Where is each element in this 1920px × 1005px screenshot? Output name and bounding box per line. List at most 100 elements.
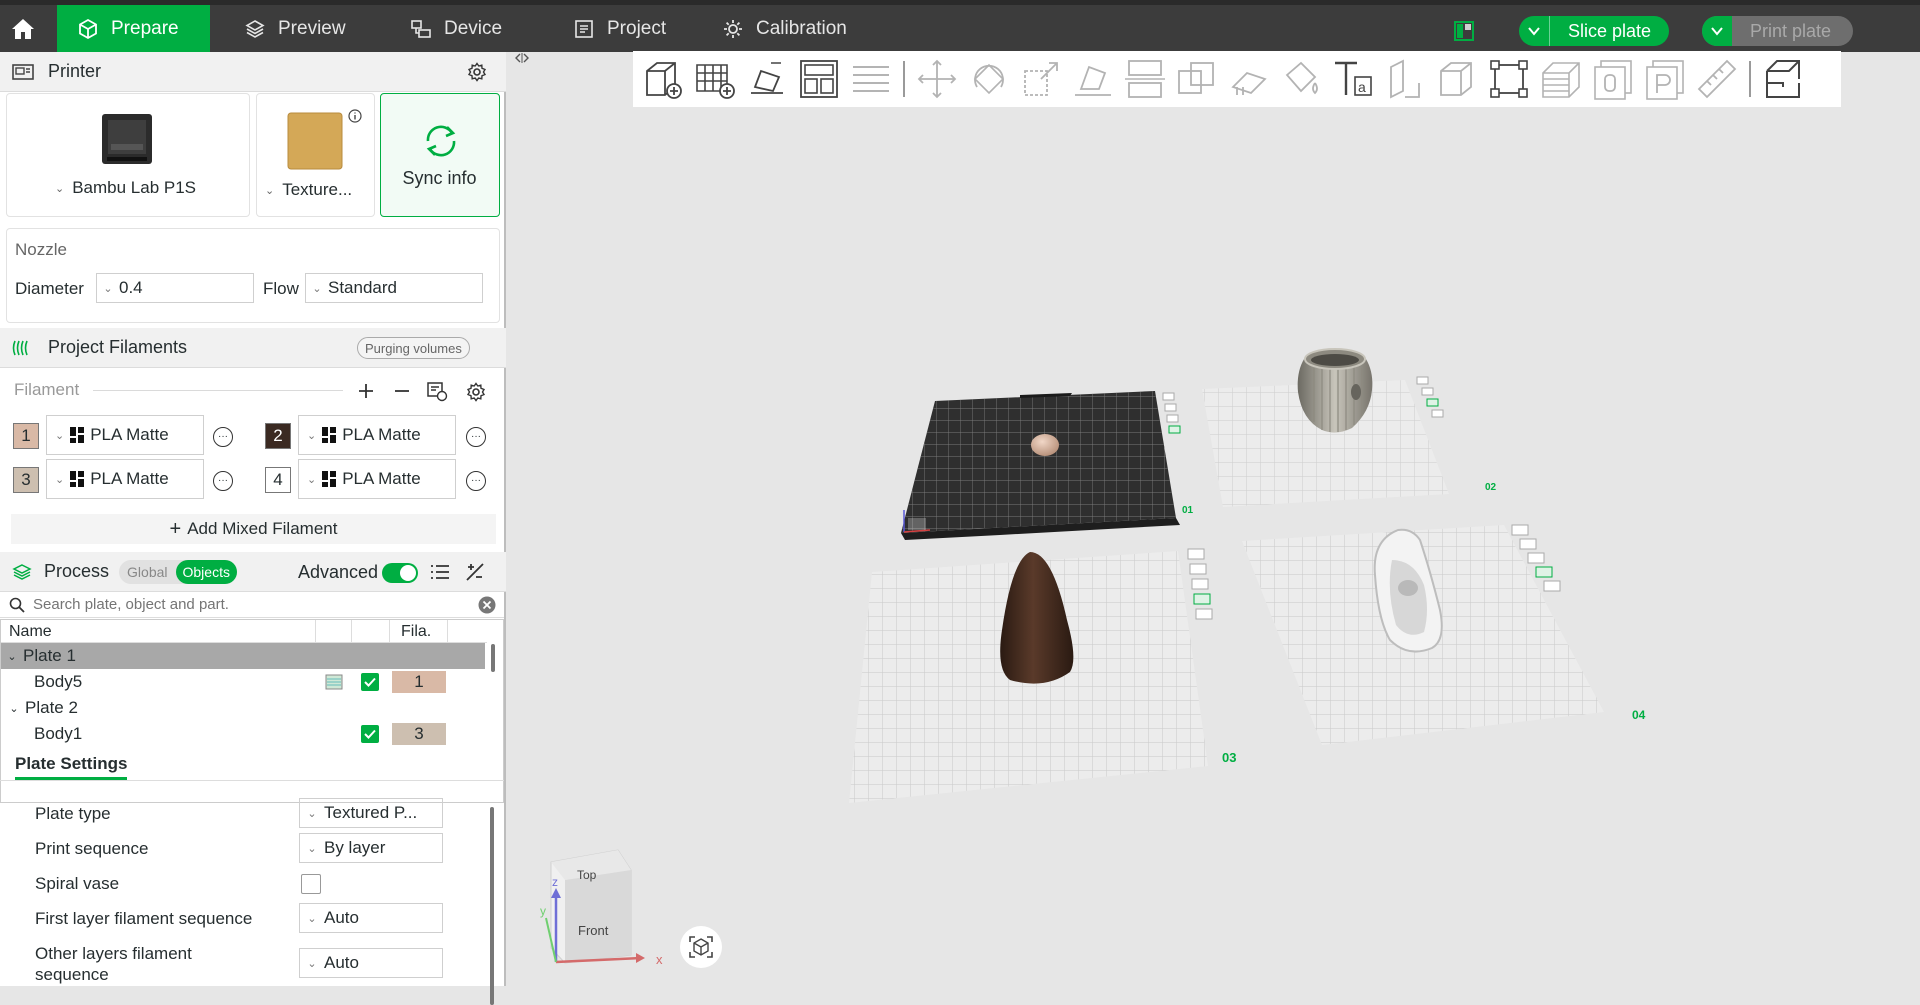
plate-p-button[interactable] — [1639, 53, 1691, 105]
filament-sync-icon[interactable] — [426, 380, 448, 402]
expand-chevron-icon[interactable]: ⌄ — [1, 650, 23, 663]
plate-3-tool-icon[interactable] — [1191, 578, 1209, 590]
fila-chip[interactable]: 3 — [392, 723, 446, 745]
filament-3-select[interactable]: ⌄ PLA Matte — [46, 459, 204, 499]
plate-4-tool-icon[interactable] — [1543, 580, 1561, 592]
add-filament-icon[interactable] — [357, 382, 375, 400]
plate-settings-tab[interactable]: Plate Settings — [15, 754, 128, 780]
printer-select-card[interactable]: ⌄ Bambu Lab P1S — [6, 93, 250, 217]
ruler-button[interactable] — [1691, 53, 1743, 105]
add-mixed-filament-button[interactable]: + Add Mixed Filament — [11, 514, 496, 544]
plate-4[interactable]: 04 — [1242, 524, 1646, 745]
filament-settings-icon[interactable] — [466, 382, 486, 402]
egg-model[interactable] — [1031, 434, 1059, 456]
collapse-sidebar-button[interactable] — [514, 52, 530, 66]
plate-type-card[interactable]: ⌄ Texture... — [256, 93, 375, 217]
filament-3-chip[interactable]: 3 — [13, 467, 39, 493]
layout-toggle-button[interactable] — [1452, 19, 1476, 43]
visible-checkbox[interactable] — [361, 725, 379, 743]
plate-1-tool-icon[interactable] — [1166, 414, 1179, 423]
plate-1-tool-icon[interactable] — [1164, 403, 1177, 412]
clear-search-icon[interactable] — [478, 596, 496, 614]
color-paint-button[interactable] — [1275, 53, 1327, 105]
other-layers-sequence-select[interactable]: ⌄ Auto — [299, 948, 443, 978]
text-button[interactable]: a — [1327, 53, 1379, 105]
nozzle-flow-select[interactable]: ⌄ Standard — [305, 273, 483, 303]
boolean-button[interactable] — [1171, 53, 1223, 105]
slice-plate-button[interactable]: Slice plate — [1519, 16, 1670, 46]
fila-chip[interactable]: 1 — [392, 671, 446, 693]
print-dropdown-icon[interactable] — [1702, 16, 1732, 46]
purging-volumes-button[interactable]: Purging volumes — [357, 337, 470, 359]
support-paint-button[interactable] — [1223, 53, 1275, 105]
info-icon[interactable] — [348, 109, 362, 123]
home-button[interactable] — [0, 5, 46, 52]
tab-preview[interactable]: Preview — [224, 5, 366, 52]
filament-4-chip[interactable]: 4 — [265, 467, 291, 493]
scale-button[interactable] — [1015, 53, 1067, 105]
tree-row-plate-1[interactable]: ⌄ Plate 1 — [1, 643, 485, 669]
tree-row-plate-2[interactable]: ⌄ Plate 2 — [3, 695, 485, 721]
plate-3-tool-icon[interactable] — [1187, 548, 1205, 560]
nozzle-diameter-select[interactable]: ⌄ 0.4 — [96, 273, 254, 303]
advanced-switch[interactable] — [382, 563, 418, 583]
view-mode-button[interactable] — [1757, 53, 1809, 105]
printer-settings-icon[interactable] — [467, 62, 487, 82]
add-plate-button[interactable] — [689, 53, 741, 105]
plate-3-tool-icon[interactable] — [1189, 563, 1207, 575]
lay-on-face-button[interactable] — [1067, 53, 1119, 105]
visible-checkbox[interactable] — [361, 673, 379, 691]
tree-row-body5[interactable]: Body5 1 — [3, 669, 485, 695]
bounding-box-button[interactable] — [1483, 53, 1535, 105]
filament-1-chip[interactable]: 1 — [13, 423, 39, 449]
plate-2-tool-icon[interactable] — [1426, 398, 1439, 407]
tree-scrollbar[interactable] — [491, 644, 495, 672]
plate-4-tool-icon[interactable] — [1527, 552, 1545, 564]
plate-settings-scrollbar[interactable] — [490, 807, 494, 1005]
plate-4-tool-icon[interactable] — [1519, 538, 1537, 550]
print-plate-button[interactable]: Print plate — [1702, 16, 1854, 46]
spiral-vase-checkbox[interactable] — [301, 874, 321, 894]
arrange-button[interactable] — [793, 53, 845, 105]
global-objects-toggle[interactable]: Global Objects — [119, 559, 237, 584]
move-button[interactable] — [911, 53, 963, 105]
tab-project[interactable]: Project — [553, 5, 686, 52]
cut-button[interactable] — [1119, 53, 1171, 105]
search-input[interactable] — [33, 596, 473, 613]
variable-layer-button[interactable] — [1535, 53, 1587, 105]
view-cube[interactable]: Top Front — [550, 849, 632, 964]
filament-4-more-icon[interactable]: ··· — [466, 471, 486, 491]
filament-3-more-icon[interactable]: ··· — [213, 471, 233, 491]
plate-3-tool-icon[interactable] — [1195, 608, 1213, 620]
plate-1-tool-icon[interactable] — [1162, 392, 1175, 401]
measure-button[interactable] — [1379, 53, 1431, 105]
filament-2-select[interactable]: ⌄ PLA Matte — [298, 415, 456, 455]
plate-2-tool-icon[interactable] — [1421, 387, 1434, 396]
auto-orient-button[interactable] — [741, 53, 793, 105]
assembly-button[interactable] — [1431, 53, 1483, 105]
slice-dropdown-icon[interactable] — [1519, 16, 1549, 46]
filament-1-select[interactable]: ⌄ PLA Matte — [46, 415, 204, 455]
filament-2-chip[interactable]: 2 — [265, 423, 291, 449]
print-sequence-select[interactable]: ⌄ By layer — [299, 833, 443, 863]
add-object-button[interactable] — [637, 53, 689, 105]
plate-type-select[interactable]: ⌄ Textured P... — [299, 798, 443, 828]
tab-device[interactable]: Device — [390, 5, 522, 52]
objects-option[interactable]: Objects — [175, 559, 237, 584]
plate-1-tool-icon[interactable] — [1168, 425, 1181, 434]
expand-chevron-icon[interactable]: ⌄ — [3, 702, 25, 715]
tab-calibration[interactable]: Calibration — [702, 5, 867, 52]
plate-1[interactable]: 01 — [901, 391, 1194, 540]
remove-filament-icon[interactable] — [393, 382, 411, 400]
plate-4-tool-icon[interactable] — [1511, 524, 1529, 536]
plate-zero-button[interactable] — [1587, 53, 1639, 105]
plate-2-tool-icon[interactable] — [1431, 409, 1444, 418]
plate-4-tool-icon[interactable] — [1535, 566, 1553, 578]
first-layer-sequence-select[interactable]: ⌄ Auto — [299, 903, 443, 933]
filament-4-select[interactable]: ⌄ PLA Matte — [298, 459, 456, 499]
compare-icon[interactable] — [465, 563, 485, 581]
3d-viewport[interactable]: 02 01 03 04 Top Front z y x — [510, 107, 1920, 986]
reset-view-button[interactable] — [680, 926, 722, 968]
plate-3-tool-icon[interactable] — [1193, 593, 1211, 605]
plate-2-tool-icon[interactable] — [1416, 376, 1429, 385]
